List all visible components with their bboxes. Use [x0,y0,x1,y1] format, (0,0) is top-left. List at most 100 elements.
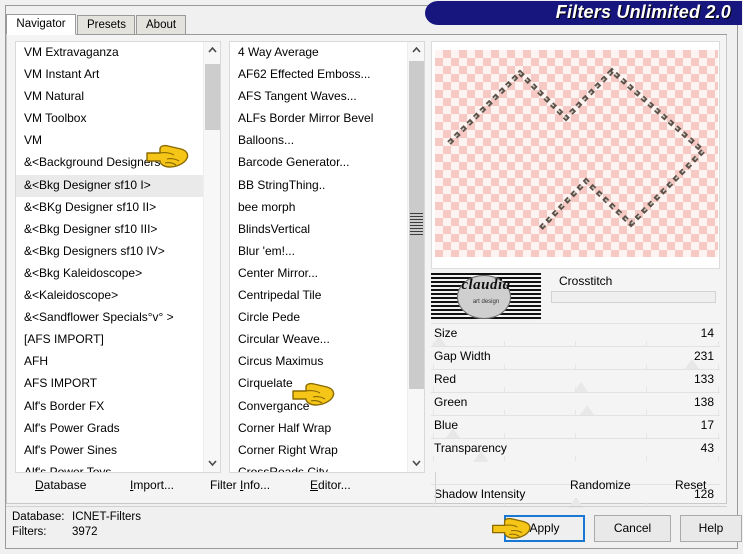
list-item[interactable]: VM Instant Art [16,64,203,86]
help-button[interactable]: Help [680,515,742,542]
filters-unlimited-window: Filters Unlimited 2.0 Navigator Presets … [0,0,743,554]
list-item[interactable]: Alf's Border FX [16,396,203,418]
list-item[interactable]: VM Natural [16,86,203,108]
parameter-slider[interactable]: Blue 17 [431,415,720,439]
list-item[interactable]: Alf's Power Grads [16,418,203,440]
scroll-down-icon[interactable] [204,455,220,472]
slider-track[interactable] [432,404,719,416]
list-item[interactable]: &<Bkg Designers sf10 IV> [16,241,203,263]
import-button[interactable]: Import... [130,478,174,492]
filter-list-scrollbar[interactable] [407,42,424,472]
editor-button-label: ditor... [318,478,351,492]
slider-track[interactable] [432,381,719,393]
list-item[interactable]: VM [16,130,203,152]
list-item[interactable]: AF62 Effected Emboss... [230,64,407,86]
reset-button[interactable]: Reset [675,478,706,492]
category-listbox[interactable]: VM Extravaganza VM Instant Art VM Natural V… [15,41,221,473]
list-item[interactable]: Alf's Power Toys [16,462,203,472]
list-item[interactable]: AFS Tangent Waves... [230,86,407,108]
database-button-label: atabase [43,478,87,492]
filter-info-button[interactable]: Filter Info... [210,478,270,492]
list-item[interactable]: AFH [16,351,203,373]
parameter-slider[interactable]: Green 138 [431,392,720,416]
list-item[interactable]: Convergance [230,396,407,418]
list-item[interactable]: Circular Weave... [230,329,407,351]
list-item[interactable]: BB StringThing.. [230,175,407,197]
list-item[interactable]: Circus Maximus [230,351,407,373]
tab-about-label: About [146,19,177,31]
filter-listbox[interactable]: 4 Way Average AF62 Effected Emboss... AFS … [229,41,425,473]
slider-track[interactable] [430,335,719,347]
list-item[interactable]: Corner Half Wrap [230,418,407,440]
list-item[interactable]: CrossRoads City... [230,462,407,472]
list-item[interactable]: [AFS IMPORT] [16,329,203,351]
toolbar-left-group: Database Import... Filter Info... Editor… [15,478,415,498]
slider-track[interactable] [432,358,719,370]
list-item[interactable]: Center Mirror... [230,263,407,285]
parameter-sliders: Size 14 Gap Width 231 Red 133 Green 138 Blue 17 Tr… [430,323,720,508]
scroll-up-icon[interactable] [204,42,220,59]
list-item[interactable]: VM Extravaganza [16,42,203,64]
list-item[interactable]: &<Sandflower Specials°v° > [16,307,203,329]
scroll-thumb[interactable] [409,61,424,389]
list-item[interactable]: 4 Way Average [230,42,407,64]
database-button[interactable]: Database [35,478,86,492]
category-list-scrollbar[interactable] [203,42,220,472]
list-item[interactable]: &<Background Designers IV> [16,152,203,174]
list-item[interactable]: VM Toolbox [16,108,203,130]
filter-thumbnail: claudia art design [431,273,541,321]
crosstitch-preview-shape [447,67,707,232]
list-item[interactable]: Centripedal Tile [230,285,407,307]
editor-button[interactable]: Editor... [310,478,351,492]
list-item[interactable]: Barcode Generator... [230,152,407,174]
parameter-slider[interactable]: Red 133 [431,369,720,393]
title-banner: Filters Unlimited 2.0 [425,1,742,25]
list-item[interactable]: Circle Pede [230,307,407,329]
randomize-button[interactable]: Randomize [570,478,631,492]
status-bar: Database: ICNET-Filters Filters: 3972 Ap… [6,506,742,548]
list-item[interactable]: Corner Right Wrap [230,440,407,462]
list-item[interactable]: bee morph [230,197,407,219]
status-filters-key: Filters: [12,526,47,538]
scroll-up-icon[interactable] [408,42,424,59]
filter-list-items: 4 Way Average AF62 Effected Emboss... AFS … [230,42,407,472]
list-item[interactable]: &<Kaleidoscope> [16,285,203,307]
filter-info-button-label: nfo... [243,478,271,492]
list-item[interactable]: &<Bkg Designer sf10 I> [16,174,203,197]
list-item[interactable]: Alf's Power Sines [16,440,203,462]
tab-navigator[interactable]: Navigator [6,14,76,35]
scroll-thumb[interactable] [205,64,220,130]
list-item[interactable]: &<BKg Designer sf10 II> [16,197,203,219]
cancel-button[interactable]: Cancel [594,515,671,542]
list-item[interactable]: ALFs Border Mirror Bevel [230,108,407,130]
list-item[interactable]: Cirquelate [230,373,407,395]
app-title: Filters Unlimited 2.0 [555,2,731,22]
parameter-slider[interactable]: Size 14 [430,323,720,347]
tab-navigator-label: Navigator [16,18,66,30]
thumbnail-subtitle: art design [472,299,500,305]
apply-button[interactable]: Apply [504,515,585,542]
thumbnail-brand: claudia [461,277,511,293]
list-item[interactable]: Balloons... [230,130,407,152]
preview-area[interactable] [431,41,720,269]
filter-info-prefix: Filter [210,478,240,492]
list-item[interactable]: BlindsVertical [230,219,407,241]
list-item[interactable]: Blur 'em!... [230,241,407,263]
status-database-key: Database: [12,511,65,523]
toolbar-right-group: Randomize Reset [470,478,720,498]
list-item[interactable]: &<Bkg Designer sf10 III> [16,219,203,241]
toolbar-divider [435,472,436,504]
right-pane: claudia art design Crosstitch Size 14 Gap … [430,41,720,508]
filter-header-row: claudia art design Crosstitch [431,273,720,321]
tab-about[interactable]: About [136,15,186,34]
slider-track[interactable] [432,427,719,439]
list-item[interactable]: &<Bkg Kaleidoscope> [16,263,203,285]
list-item[interactable]: AFS IMPORT [16,373,203,395]
selected-filter-name: Crosstitch [559,274,613,288]
status-filters-value: 3972 [72,526,98,538]
tab-presets[interactable]: Presets [77,15,135,34]
slider-track[interactable] [432,450,719,462]
parameter-slider[interactable]: Gap Width 231 [431,346,720,370]
parameter-slider[interactable]: Transparency 43 [431,438,720,462]
scroll-down-icon[interactable] [408,455,424,472]
